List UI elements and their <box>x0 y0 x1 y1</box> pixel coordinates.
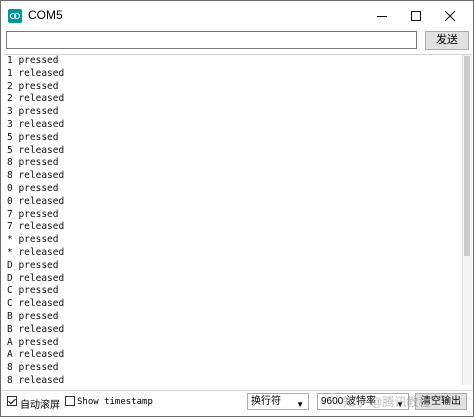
line-ending-select[interactable]: 换行符 ▼ <box>247 393 309 410</box>
close-icon <box>444 10 456 22</box>
output-line: B released <box>7 323 65 335</box>
output-line: * released <box>7 246 65 258</box>
output-line: 8 released <box>7 374 65 385</box>
show-timestamp-label[interactable]: Show timestamp <box>77 397 153 407</box>
output-line: 2 released <box>7 93 65 105</box>
output-line: B pressed <box>7 310 59 322</box>
serial-monitor-window: COM5 发送 1 pressed 1 released 2 pressed 2 re… <box>0 0 474 417</box>
title-bar: COM5 <box>1 1 473 31</box>
output-line: 8 pressed <box>7 362 59 374</box>
output-line: 0 pressed <box>7 182 59 194</box>
output-line: 7 released <box>7 221 65 233</box>
chevron-down-icon: ▼ <box>396 400 404 409</box>
output-line: 1 released <box>7 67 65 79</box>
output-line: D pressed <box>7 259 59 271</box>
output-line: 1 pressed <box>7 55 59 66</box>
send-button[interactable]: 发送 <box>425 31 469 50</box>
output-line: 5 released <box>7 144 65 156</box>
show-timestamp-checkbox[interactable] <box>65 396 75 406</box>
serial-output[interactable]: 1 pressed 1 released 2 pressed 2 released 3 … <box>4 54 472 385</box>
line-ending-value: 换行符 <box>251 396 281 407</box>
output-line: 3 pressed <box>7 106 59 118</box>
output-line: C pressed <box>7 285 59 297</box>
output-line: 8 released <box>7 170 65 182</box>
autoscroll-checkbox[interactable] <box>7 396 17 406</box>
output-line: 5 pressed <box>7 131 59 143</box>
autoscroll-label[interactable]: 自动滚屏 <box>20 396 60 411</box>
chevron-down-icon: ▼ <box>296 400 304 409</box>
output-lines: 1 pressed 1 released 2 pressed 2 released 3 … <box>4 55 472 385</box>
arduino-icon <box>8 9 22 23</box>
clear-output-button[interactable]: 清空输出 <box>415 393 467 410</box>
output-line: C released <box>7 298 65 310</box>
bottom-toolbar: 自动滚屏 Show timestamp 换行符 ▼ 9600 波特率 ▼ 清空输… <box>1 390 473 415</box>
window-title: COM5 <box>28 8 63 22</box>
output-line: * pressed <box>7 234 59 246</box>
output-line: 3 released <box>7 118 65 130</box>
output-line: A pressed <box>7 336 59 348</box>
serial-send-input[interactable] <box>6 31 417 49</box>
send-row: 发送 <box>1 31 473 51</box>
baud-rate-value: 9600 波特率 <box>321 396 377 407</box>
output-line: 7 pressed <box>7 208 59 220</box>
output-line: D released <box>7 272 65 284</box>
scrollbar-thumb[interactable] <box>464 56 470 256</box>
vertical-scrollbar[interactable] <box>462 55 472 385</box>
close-button[interactable] <box>427 1 473 31</box>
output-line: A released <box>7 349 65 361</box>
output-line: 0 released <box>7 195 65 207</box>
output-line: 8 pressed <box>7 157 59 169</box>
baud-rate-select[interactable]: 9600 波特率 ▼ <box>317 393 409 410</box>
output-line: 2 pressed <box>7 80 59 92</box>
